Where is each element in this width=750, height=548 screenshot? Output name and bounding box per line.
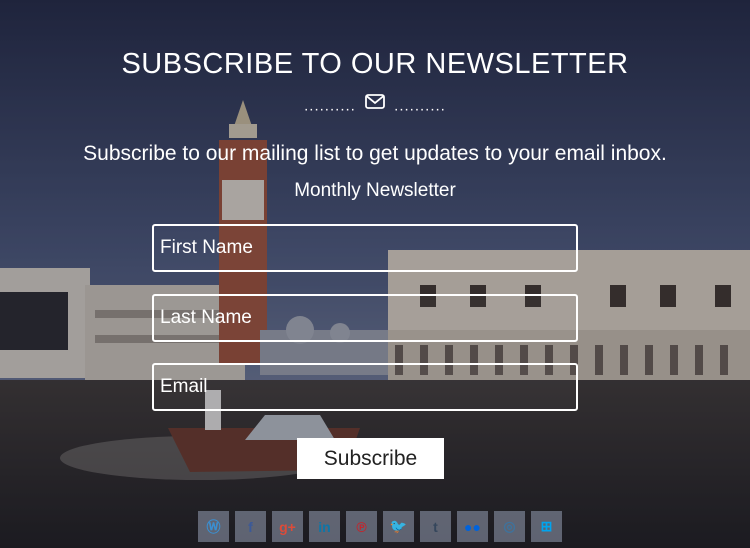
windows-icon[interactable]: ⊞	[531, 511, 562, 542]
wordpress-icon[interactable]: Ⓦ	[198, 511, 229, 542]
first-name-input[interactable]	[152, 224, 578, 272]
linkedin-icon[interactable]: in	[309, 511, 340, 542]
newsletter-frequency: Monthly Newsletter	[294, 180, 456, 201]
google-plus-icon[interactable]: g+	[272, 511, 303, 542]
subscribe-button[interactable]: Subscribe	[297, 438, 444, 479]
social-links: Ⓦf g+ in ℗ 🐦 t ●● ◎ ⊞	[198, 511, 562, 542]
divider-dots-right: ..........	[394, 97, 446, 115]
pinterest-icon[interactable]: ℗	[346, 511, 377, 542]
newsletter-description: Subscribe to our mailing list to get upd…	[83, 142, 667, 165]
facebook-icon[interactable]: f	[235, 511, 266, 542]
last-name-input[interactable]	[152, 294, 578, 342]
twitter-icon[interactable]: 🐦	[383, 511, 414, 542]
divider-dots-left: ..........	[304, 97, 356, 115]
title-divider: .......... ..........	[0, 94, 750, 116]
flickr-icon[interactable]: ●●	[457, 511, 488, 542]
newsletter-title: SUBSCRIBE TO OUR NEWSLETTER	[121, 48, 629, 80]
instagram-icon[interactable]: ◎	[494, 511, 525, 542]
tumblr-icon[interactable]: t	[420, 511, 451, 542]
email-input[interactable]	[152, 363, 578, 411]
envelope-icon	[365, 94, 385, 113]
